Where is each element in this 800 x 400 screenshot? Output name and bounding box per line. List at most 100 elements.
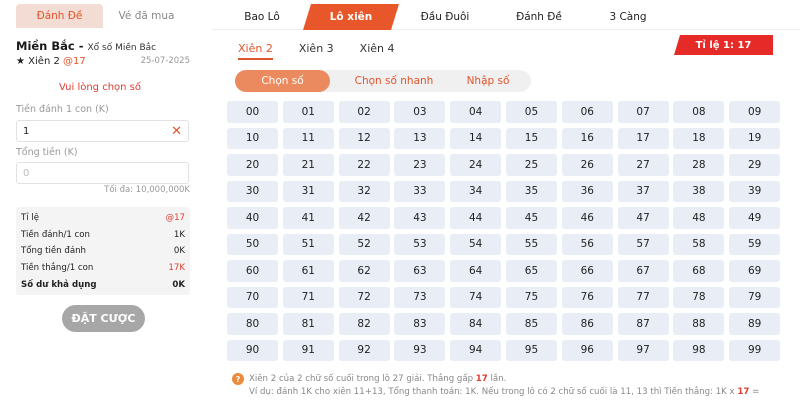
number-cell[interactable]: 48	[673, 207, 725, 229]
tab-danh-de[interactable]: Đánh Đề	[491, 4, 587, 30]
tab-xien-3[interactable]: Xiên 3	[299, 42, 334, 60]
tab-dau-duoi[interactable]: Đầu Đuôi	[399, 4, 491, 30]
number-cell[interactable]: 90	[227, 339, 278, 361]
clear-icon[interactable]: ✕	[171, 125, 182, 138]
number-cell[interactable]: 64	[450, 260, 502, 282]
number-cell[interactable]: 03	[394, 101, 446, 123]
total-input[interactable]: 0	[16, 162, 189, 184]
number-cell[interactable]: 93	[394, 339, 446, 361]
mode-nhap-so[interactable]: Nhập số	[448, 70, 528, 92]
number-cell[interactable]: 56	[561, 233, 613, 255]
number-cell[interactable]: 11	[282, 127, 334, 149]
mode-chon-so[interactable]: Chọn số	[235, 70, 330, 92]
number-cell[interactable]: 50	[227, 233, 278, 255]
number-cell[interactable]: 63	[394, 260, 446, 282]
number-cell[interactable]: 49	[729, 207, 781, 229]
number-cell[interactable]: 18	[673, 127, 725, 149]
number-cell[interactable]: 20	[227, 154, 278, 176]
number-cell[interactable]: 42	[338, 207, 390, 229]
number-cell[interactable]: 13	[394, 127, 446, 149]
number-cell[interactable]: 96	[561, 339, 613, 361]
number-cell[interactable]: 83	[394, 313, 446, 335]
number-cell[interactable]: 80	[227, 313, 278, 335]
number-cell[interactable]: 04	[450, 101, 502, 123]
stake-input[interactable]: 1 ✕	[16, 120, 189, 142]
number-cell[interactable]: 46	[561, 207, 613, 229]
number-cell[interactable]: 09	[729, 101, 781, 123]
number-cell[interactable]: 62	[338, 260, 390, 282]
number-cell[interactable]: 61	[282, 260, 334, 282]
number-cell[interactable]: 39	[729, 180, 781, 202]
number-cell[interactable]: 81	[282, 313, 334, 335]
number-cell[interactable]: 71	[282, 286, 334, 308]
number-cell[interactable]: 27	[617, 154, 669, 176]
number-cell[interactable]: 85	[505, 313, 557, 335]
number-cell[interactable]: 72	[338, 286, 390, 308]
number-cell[interactable]: 79	[729, 286, 781, 308]
tab-bao-lo[interactable]: Bao Lô	[212, 4, 312, 30]
number-cell[interactable]: 08	[673, 101, 725, 123]
number-cell[interactable]: 99	[729, 339, 781, 361]
number-cell[interactable]: 10	[227, 127, 278, 149]
number-cell[interactable]: 29	[729, 154, 781, 176]
number-cell[interactable]: 02	[338, 101, 390, 123]
number-cell[interactable]: 92	[338, 339, 390, 361]
number-cell[interactable]: 36	[561, 180, 613, 202]
number-cell[interactable]: 98	[673, 339, 725, 361]
number-cell[interactable]: 70	[227, 286, 278, 308]
number-cell[interactable]: 68	[673, 260, 725, 282]
number-cell[interactable]: 12	[338, 127, 390, 149]
number-cell[interactable]: 35	[505, 180, 557, 202]
number-cell[interactable]: 57	[617, 233, 669, 255]
number-cell[interactable]: 82	[338, 313, 390, 335]
number-cell[interactable]: 25	[505, 154, 557, 176]
number-cell[interactable]: 53	[394, 233, 446, 255]
number-cell[interactable]: 07	[617, 101, 669, 123]
number-cell[interactable]: 97	[617, 339, 669, 361]
number-cell[interactable]: 23	[394, 154, 446, 176]
number-cell[interactable]: 95	[505, 339, 557, 361]
number-cell[interactable]: 17	[617, 127, 669, 149]
number-cell[interactable]: 30	[227, 180, 278, 202]
number-cell[interactable]: 55	[505, 233, 557, 255]
number-cell[interactable]: 58	[673, 233, 725, 255]
number-cell[interactable]: 78	[673, 286, 725, 308]
number-cell[interactable]: 94	[450, 339, 502, 361]
number-cell[interactable]: 43	[394, 207, 446, 229]
number-cell[interactable]: 19	[729, 127, 781, 149]
number-cell[interactable]: 86	[561, 313, 613, 335]
number-cell[interactable]: 14	[450, 127, 502, 149]
number-cell[interactable]: 88	[673, 313, 725, 335]
tab-lo-xien[interactable]: Lô xiên	[303, 4, 399, 30]
number-cell[interactable]: 21	[282, 154, 334, 176]
number-cell[interactable]: 40	[227, 207, 278, 229]
number-cell[interactable]: 91	[282, 339, 334, 361]
tab-danh-de[interactable]: Đánh Đề	[16, 4, 103, 28]
number-cell[interactable]: 65	[505, 260, 557, 282]
number-cell[interactable]: 24	[450, 154, 502, 176]
number-cell[interactable]: 59	[729, 233, 781, 255]
number-cell[interactable]: 51	[282, 233, 334, 255]
place-bet-button[interactable]: ĐẶT CƯỢC	[62, 305, 145, 332]
number-cell[interactable]: 67	[617, 260, 669, 282]
number-cell[interactable]: 47	[617, 207, 669, 229]
tab-3-cang[interactable]: 3 Càng	[579, 4, 677, 30]
number-cell[interactable]: 76	[561, 286, 613, 308]
number-cell[interactable]: 44	[450, 207, 502, 229]
number-cell[interactable]: 01	[282, 101, 334, 123]
number-cell[interactable]: 34	[450, 180, 502, 202]
number-cell[interactable]: 06	[561, 101, 613, 123]
number-cell[interactable]: 00	[227, 101, 278, 123]
number-cell[interactable]: 89	[729, 313, 781, 335]
number-cell[interactable]: 15	[505, 127, 557, 149]
number-cell[interactable]: 66	[561, 260, 613, 282]
number-cell[interactable]: 60	[227, 260, 278, 282]
number-cell[interactable]: 16	[561, 127, 613, 149]
number-cell[interactable]: 28	[673, 154, 725, 176]
number-cell[interactable]: 26	[561, 154, 613, 176]
tab-xien-4[interactable]: Xiên 4	[360, 42, 395, 60]
number-cell[interactable]: 31	[282, 180, 334, 202]
number-cell[interactable]: 41	[282, 207, 334, 229]
number-cell[interactable]: 05	[505, 101, 557, 123]
number-cell[interactable]: 69	[729, 260, 781, 282]
